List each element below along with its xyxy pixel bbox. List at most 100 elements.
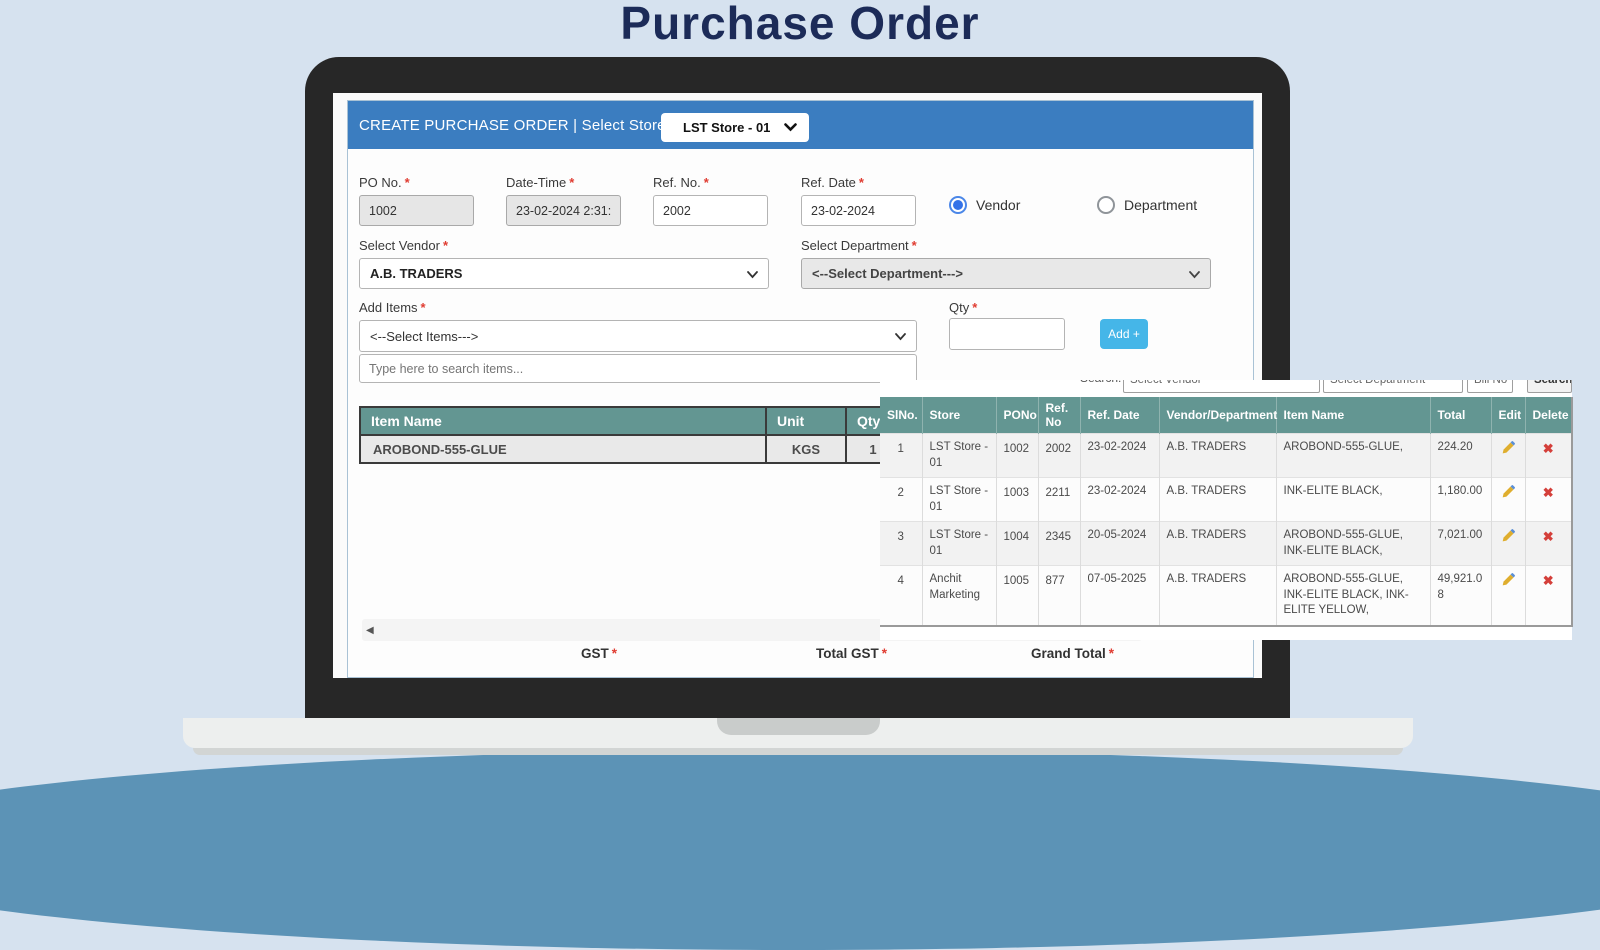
cell-vendor: A.B. TRADERS	[1159, 566, 1276, 626]
required-marker: *	[859, 175, 864, 190]
date-time-label: Date-Time*	[506, 175, 574, 190]
cell-item-name: AROBOND-555-GLUE, INK-ELITE BLACK, INK-E…	[1276, 566, 1430, 626]
cell-total: 49,921.08	[1430, 566, 1491, 626]
add-items-label: Add Items*	[359, 300, 426, 315]
chevron-down-icon	[895, 333, 906, 341]
required-marker: *	[569, 175, 574, 190]
required-marker: *	[612, 646, 617, 661]
cell-slno: 1	[880, 434, 922, 478]
cell-total: 7,021.00	[1430, 522, 1491, 566]
date-time-input[interactable]	[506, 195, 621, 226]
order-row: 1 LST Store - 01 1002 2002 23-02-2024 A.…	[880, 434, 1572, 478]
panel-header: CREATE PURCHASE ORDER | Select Store: LS…	[348, 101, 1253, 149]
cell-refno: 2211	[1038, 478, 1080, 522]
radio-selected-icon	[949, 196, 967, 214]
cell-vendor: A.B. TRADERS	[1159, 478, 1276, 522]
order-row: 3 LST Store - 01 1004 2345 20-05-2024 A.…	[880, 522, 1572, 566]
orders-list-panel: Search: Select Vendor Select Department …	[880, 380, 1572, 640]
po-items-table: Item Name Unit Qty AROBOND-555-GLUE KGS …	[359, 406, 901, 464]
cell-store: LST Store - 01	[922, 434, 996, 478]
delete-icon[interactable]: ✖	[1543, 573, 1554, 588]
ref-date-input[interactable]	[801, 195, 916, 226]
cell-slno: 3	[880, 522, 922, 566]
cell-refdate: 23-02-2024	[1080, 478, 1159, 522]
select-department-label: Select Department*	[801, 238, 917, 253]
required-marker: *	[704, 175, 709, 190]
order-row: 4 Anchit Marketing 1005 877 07-05-2025 A…	[880, 566, 1572, 626]
department-filter-select[interactable]: Select Department	[1323, 380, 1463, 393]
orders-header-delete: Delete	[1525, 397, 1572, 434]
cell-store: LST Store - 01	[922, 478, 996, 522]
orders-header-item: Item Name	[1276, 397, 1430, 434]
cell-item-name: INK-ELITE BLACK,	[1276, 478, 1430, 522]
desk-shape	[0, 750, 1600, 950]
cell-total: 1,180.00	[1430, 478, 1491, 522]
orders-filters-clipped: Search: Select Vendor Select Department …	[880, 380, 1572, 397]
required-marker: *	[405, 175, 410, 190]
po-no-label: PO No.*	[359, 175, 410, 190]
edit-icon[interactable]	[1501, 528, 1516, 549]
edit-icon[interactable]	[1501, 484, 1516, 505]
total-gst-label: Total GST*	[816, 646, 887, 661]
po-no-input[interactable]	[359, 195, 474, 226]
radio-unselected-icon	[1097, 196, 1115, 214]
vendor-radio[interactable]: Vendor	[949, 196, 1020, 214]
vendor-filter-select[interactable]: Select Vendor	[1123, 380, 1320, 393]
bill-no-input[interactable]: Bill No	[1467, 380, 1513, 393]
edit-icon[interactable]	[1501, 572, 1516, 593]
cell-refdate: 20-05-2024	[1080, 522, 1159, 566]
ref-no-label: Ref. No.*	[653, 175, 709, 190]
vendor-select[interactable]: A.B. TRADERS	[359, 258, 769, 289]
item-search-input[interactable]	[359, 354, 917, 383]
qty-input[interactable]	[949, 318, 1065, 350]
cell-unit: KGS	[766, 435, 846, 463]
orders-header-pono: PONo	[996, 397, 1038, 434]
orders-header-edit: Edit	[1491, 397, 1525, 434]
edit-icon[interactable]	[1501, 440, 1516, 461]
cell-store: Anchit Marketing	[922, 566, 996, 626]
add-item-button[interactable]: Add +	[1100, 319, 1148, 349]
ref-no-input[interactable]	[653, 195, 768, 226]
scroll-left-icon[interactable]: ◀	[366, 625, 374, 636]
page-title: Purchase Order	[0, 0, 1600, 50]
search-button[interactable]: Search	[1527, 380, 1572, 393]
required-marker: *	[972, 300, 977, 315]
required-marker: *	[443, 238, 448, 253]
laptop-base-shadow	[193, 748, 1403, 755]
cell-slno: 2	[880, 478, 922, 522]
page-background: Purchase Order CREATE PURCHASE ORDER | S…	[0, 0, 1600, 800]
orders-header-store: Store	[922, 397, 996, 434]
required-marker: *	[912, 238, 917, 253]
department-radio-label: Department	[1124, 197, 1197, 213]
panel-header-title: CREATE PURCHASE ORDER | Select Store:	[359, 117, 670, 134]
add-items-select[interactable]: <--Select Items--->	[359, 320, 917, 352]
cell-item-name: AROBOND-555-GLUE, INK-ELITE BLACK,	[1276, 522, 1430, 566]
cell-refdate: 07-05-2025	[1080, 566, 1159, 626]
qty-label: Qty*	[949, 300, 977, 315]
vendor-select-value: A.B. TRADERS	[370, 266, 462, 281]
cell-slno: 4	[880, 566, 922, 626]
delete-icon[interactable]: ✖	[1543, 529, 1554, 544]
department-select-value: <--Select Department--->	[812, 266, 963, 281]
cell-total: 224.20	[1430, 434, 1491, 478]
department-radio[interactable]: Department	[1097, 196, 1197, 214]
orders-header-vendor: Vendor/Department	[1159, 397, 1276, 434]
cell-vendor: A.B. TRADERS	[1159, 434, 1276, 478]
laptop-notch	[717, 718, 880, 735]
orders-table: SlNo. Store PONo Ref. No Ref. Date Vendo…	[880, 397, 1573, 627]
department-select[interactable]: <--Select Department--->	[801, 258, 1211, 289]
cell-refno: 2002	[1038, 434, 1080, 478]
orders-header-total: Total	[1430, 397, 1491, 434]
delete-icon[interactable]: ✖	[1543, 441, 1554, 456]
cell-vendor: A.B. TRADERS	[1159, 522, 1276, 566]
ref-date-label: Ref. Date*	[801, 175, 864, 190]
grand-total-label: Grand Total*	[1031, 646, 1114, 661]
items-table-row: AROBOND-555-GLUE KGS 1	[360, 435, 900, 463]
cell-store: LST Store - 01	[922, 522, 996, 566]
delete-icon[interactable]: ✖	[1543, 485, 1554, 500]
store-select[interactable]: LST Store - 01	[661, 113, 809, 142]
cell-refdate: 23-02-2024	[1080, 434, 1159, 478]
chevron-down-icon	[1189, 271, 1200, 279]
required-marker: *	[421, 300, 426, 315]
orders-header-refno: Ref. No	[1038, 397, 1080, 434]
